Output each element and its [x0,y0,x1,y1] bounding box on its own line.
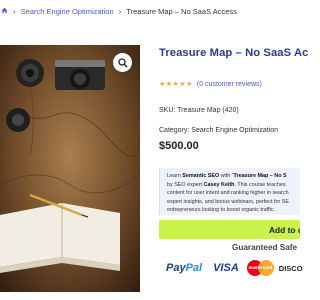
breadcrumb-separator: › [118,6,122,16]
product-price: $500.00 [159,140,199,152]
breadcrumb-category-link[interactable]: Search Engine Optimization [21,7,114,16]
discover-logo: DISCO [278,263,303,273]
guaranteed-safe-label: Guaranteed Safe [232,243,298,252]
product-rating: ★★★★★ (0 customer reviews) [159,80,262,89]
product-photo [0,45,140,292]
description-line: by SEO expert Casey Keith. This course t… [167,181,286,188]
product-category: Category: Search Engine Optimization [159,127,279,134]
paypal-logo: PayPal [166,262,203,274]
breadcrumb: › Search Engine Optimization › Treasure … [0,0,300,22]
payment-methods: PayPal VISA mastercard DISCO [166,257,303,279]
breadcrumb-separator: › [13,6,16,16]
reviews-link[interactable]: (0 customer reviews) [197,81,262,88]
breadcrumb-current: Treasure Map – No SaaS Access [126,6,237,16]
add-to-cart-button[interactable]: Add to ca [159,220,300,239]
mastercard-logo: mastercard [246,260,274,276]
description-line: content for user intent and ranking high… [167,190,289,197]
visa-logo: VISA [213,262,239,274]
zoom-button[interactable] [113,53,132,72]
description-line: expert insights, and bonus webinars, per… [167,198,289,205]
star-rating-icon: ★★★★★ [159,81,193,88]
product-description: Learn Semantic SEO with “Treasure Map – … [159,168,300,215]
product-title: Treasure Map – No SaaS Ac [159,47,309,59]
home-icon[interactable] [1,7,8,16]
description-line: Learn Semantic SEO with “Treasure Map – … [167,173,287,179]
product-image[interactable] [0,45,140,292]
search-icon [117,57,127,67]
description-line: entrepreneurs looking to boost organic t… [167,207,276,214]
product-sku: SKU: Treasure Map (420) [159,107,239,114]
